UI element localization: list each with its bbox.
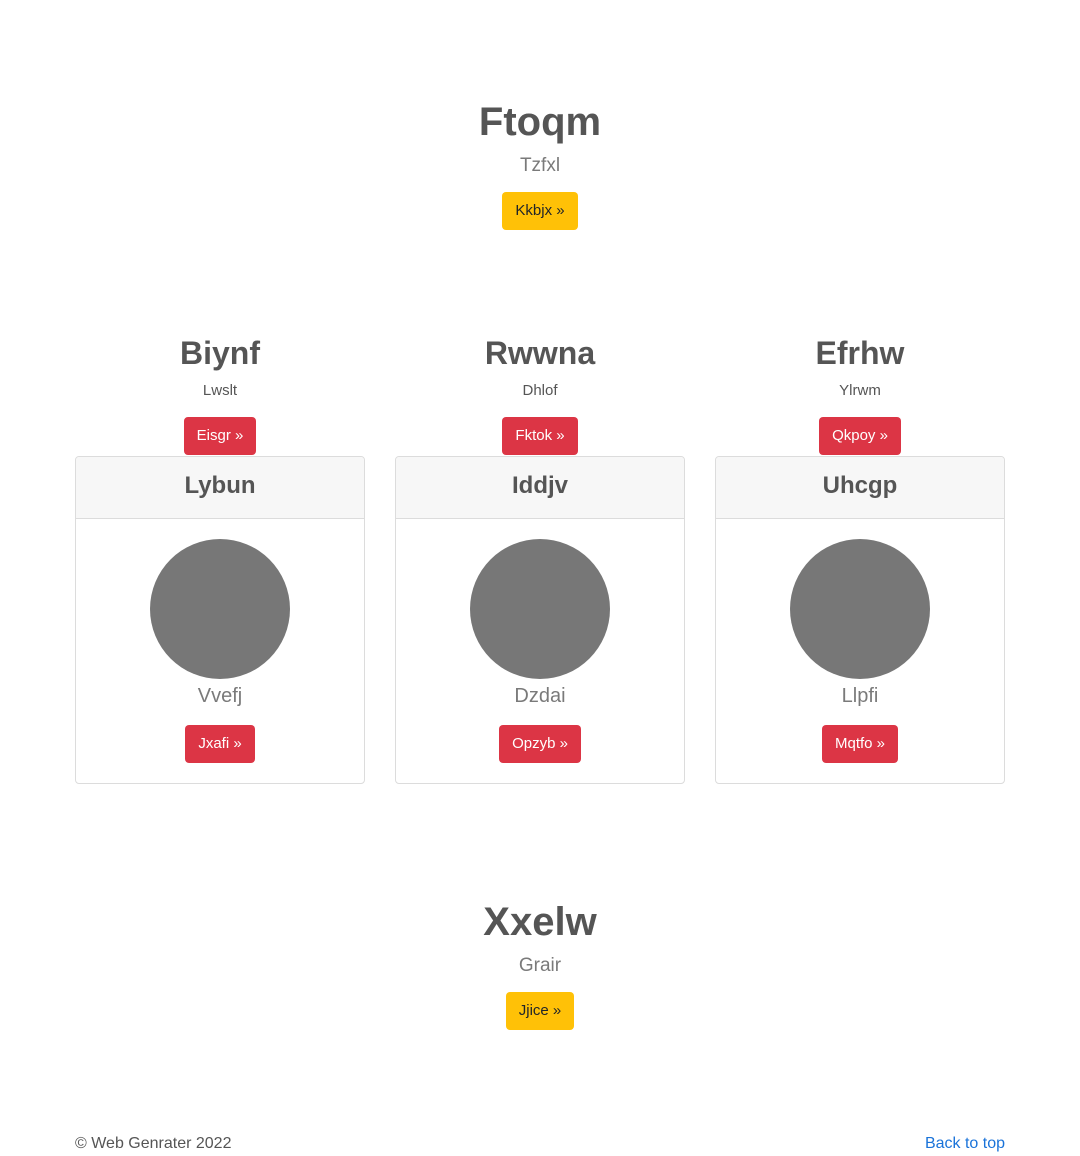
column-subtitle: Ylrwm <box>839 382 881 399</box>
card-header: Uhcgp <box>716 457 1004 519</box>
hero-top: Ftoqm Tzfxl Kkbjx » <box>0 98 1080 230</box>
back-to-top-link[interactable]: Back to top <box>925 1134 1005 1154</box>
card-name: Dzdai <box>514 685 566 707</box>
card-body: Dzdai Opzyb » <box>396 519 684 763</box>
column-title: Rwwna <box>484 335 596 371</box>
avatar <box>150 539 290 679</box>
column-button[interactable]: Qkpoy » <box>819 417 901 455</box>
copyright-text: © Web Genrater 2022 <box>75 1135 232 1152</box>
hero-bottom-lead: Grair <box>518 955 562 976</box>
hero-bottom: Xxelw Grair Jjice » <box>0 898 1080 1030</box>
card-2: Iddjv Dzdai Opzyb » <box>395 456 685 784</box>
column-subtitle: Lwslt <box>202 382 238 399</box>
hero-top-title: Ftoqm <box>478 100 602 144</box>
card-header: Lybun <box>76 457 364 519</box>
hero-bottom-title: Xxelw <box>483 900 597 944</box>
column-title: Biynf <box>180 335 260 371</box>
column-subtitle: Dhlof <box>522 382 558 399</box>
card-button[interactable]: Opzyb » <box>499 725 581 763</box>
card-button[interactable]: Mqtfo » <box>821 725 899 763</box>
column-button[interactable]: Fktok » <box>502 417 578 455</box>
hero-top-lead: Tzfxl <box>519 155 561 176</box>
column-title: Efrhw <box>815 335 905 371</box>
card-button[interactable]: Jxafi » <box>185 725 255 763</box>
hero-top-button[interactable]: Kkbjx » <box>502 192 578 230</box>
column-header-1: Biynf Lwslt Eisgr » <box>75 333 365 455</box>
card-name: Vvefj <box>197 685 243 707</box>
avatar <box>790 539 930 679</box>
page: Ftoqm Tzfxl Kkbjx » Biynf Lwslt Eisgr » … <box>0 0 1080 1156</box>
card-name: Llpfi <box>841 685 879 707</box>
card-header: Iddjv <box>396 457 684 519</box>
avatar <box>470 539 610 679</box>
column-button[interactable]: Eisgr » <box>183 417 257 455</box>
column-header-3: Efrhw Ylrwm Qkpoy » <box>715 333 1005 455</box>
card-body: Llpfi Mqtfo » <box>716 519 1004 763</box>
card-1: Lybun Vvefj Jxafi » <box>75 456 365 784</box>
hero-bottom-button[interactable]: Jjice » <box>505 992 575 1030</box>
column-header-2: Rwwna Dhlof Fktok » <box>395 333 685 455</box>
card-3: Uhcgp Llpfi Mqtfo » <box>715 456 1005 784</box>
card-body: Vvefj Jxafi » <box>76 519 364 763</box>
